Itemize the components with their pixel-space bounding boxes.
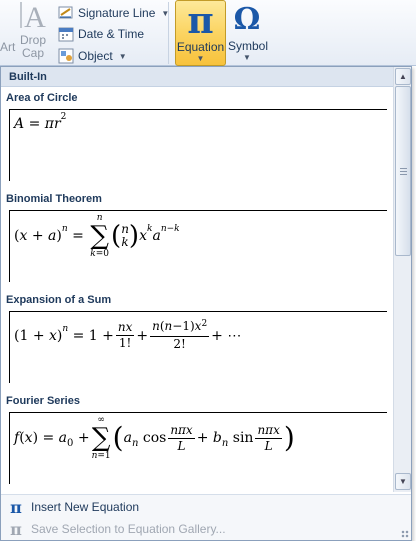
equation-preview: (1 + x) n = 1 + nx 1! + n(n−1)x2 2! + ⋯	[14, 319, 242, 351]
gallery-footer: π Insert New Equation π Save Selection t…	[1, 494, 411, 540]
save-selection-button[interactable]: π Save Selection to Equation Gallery...	[1, 518, 411, 540]
grip-line	[400, 174, 407, 175]
word-art-label[interactable]: Art	[0, 40, 15, 54]
equation-preview: (x + a) n = n ∑ k=0 (n k) x k a n−k	[14, 213, 180, 259]
gallery-header: Built-In	[1, 67, 393, 87]
signature-icon	[58, 6, 73, 19]
scroll-thumb[interactable]	[395, 86, 411, 256]
signature-line-button[interactable]: Signature Line ▼	[58, 3, 169, 23]
calendar-icon	[58, 27, 74, 42]
insert-new-equation-button[interactable]: π Insert New Equation	[1, 496, 411, 518]
gallery-list: Area of Circle A = πr 2 Binomial Theorem …	[1, 87, 393, 492]
object-icon	[58, 48, 74, 64]
chevron-down-icon: ▼	[196, 54, 205, 63]
save-equation-icon: π	[10, 519, 22, 539]
equation-item-binomial-theorem[interactable]: (x + a) n = n ∑ k=0 (n k) x k a n−k	[9, 210, 387, 282]
pi-icon: π	[10, 497, 22, 517]
grip-line	[400, 168, 407, 169]
object-button[interactable]: Object ▼	[58, 46, 127, 66]
grip-line	[400, 171, 407, 172]
signature-line-label: Signature Line	[78, 6, 156, 20]
scroll-down-button[interactable]: ▼	[395, 473, 411, 490]
drop-cap-icon: A	[18, 2, 48, 34]
symbol-label: Symbol	[228, 39, 269, 53]
pi-icon: π	[187, 0, 214, 42]
date-time-label: Date & Time	[78, 27, 145, 41]
save-selection-label: Save Selection to Equation Gallery...	[31, 522, 226, 536]
section-title: Area of Circle	[6, 92, 78, 104]
equation-item-expansion-of-a-sum[interactable]: (1 + x) n = 1 + nx 1! + n(n−1)x2 2! + ⋯	[9, 311, 387, 383]
chevron-down-icon: ▼	[399, 477, 407, 486]
date-time-button[interactable]: Date & Time	[58, 24, 144, 44]
drop-cap-button[interactable]: A Drop Cap	[18, 2, 48, 60]
chevron-down-icon: ▼	[118, 51, 127, 61]
ribbon-divider	[168, 2, 169, 64]
equation-preview: A = πr 2	[14, 112, 67, 132]
equation-item-fourier-series[interactable]: f(x) = a0 + ∞ ∑ n=1 (a n cos nπx L + bn sin n…	[9, 412, 387, 484]
equation-gallery: Built-In Area of Circle A = πr 2 Binomial…	[0, 66, 412, 541]
chevron-up-icon: ▲	[399, 72, 407, 81]
equation-preview: f(x) = a0 + ∞ ∑ n=1 (a n cos nπx L + bn sin n…	[14, 415, 295, 461]
object-label: Object	[78, 49, 113, 63]
scroll-up-button[interactable]: ▲	[395, 68, 411, 85]
omega-icon: Ω	[233, 2, 261, 37]
symbol-button[interactable]: Ω Symbol ▼	[228, 0, 269, 66]
equation-button[interactable]: π Equation ▼	[175, 0, 226, 66]
section-title: Fourier Series	[6, 395, 80, 407]
chevron-down-icon: ▼	[243, 53, 251, 62]
gallery-scrollbar[interactable]: ▲ ▼	[393, 67, 411, 492]
resize-grip[interactable]	[401, 530, 409, 538]
section-title: Expansion of a Sum	[6, 294, 112, 306]
drop-cap-label-2: Cap	[21, 46, 44, 60]
insert-new-equation-label: Insert New Equation	[31, 500, 140, 514]
equation-label: Equation	[176, 40, 225, 54]
ribbon: Art A Drop Cap Signature Line ▼ Date & T…	[0, 0, 416, 66]
equation-item-area-of-circle[interactable]: A = πr 2	[9, 109, 387, 181]
section-title: Binomial Theorem	[6, 193, 102, 205]
